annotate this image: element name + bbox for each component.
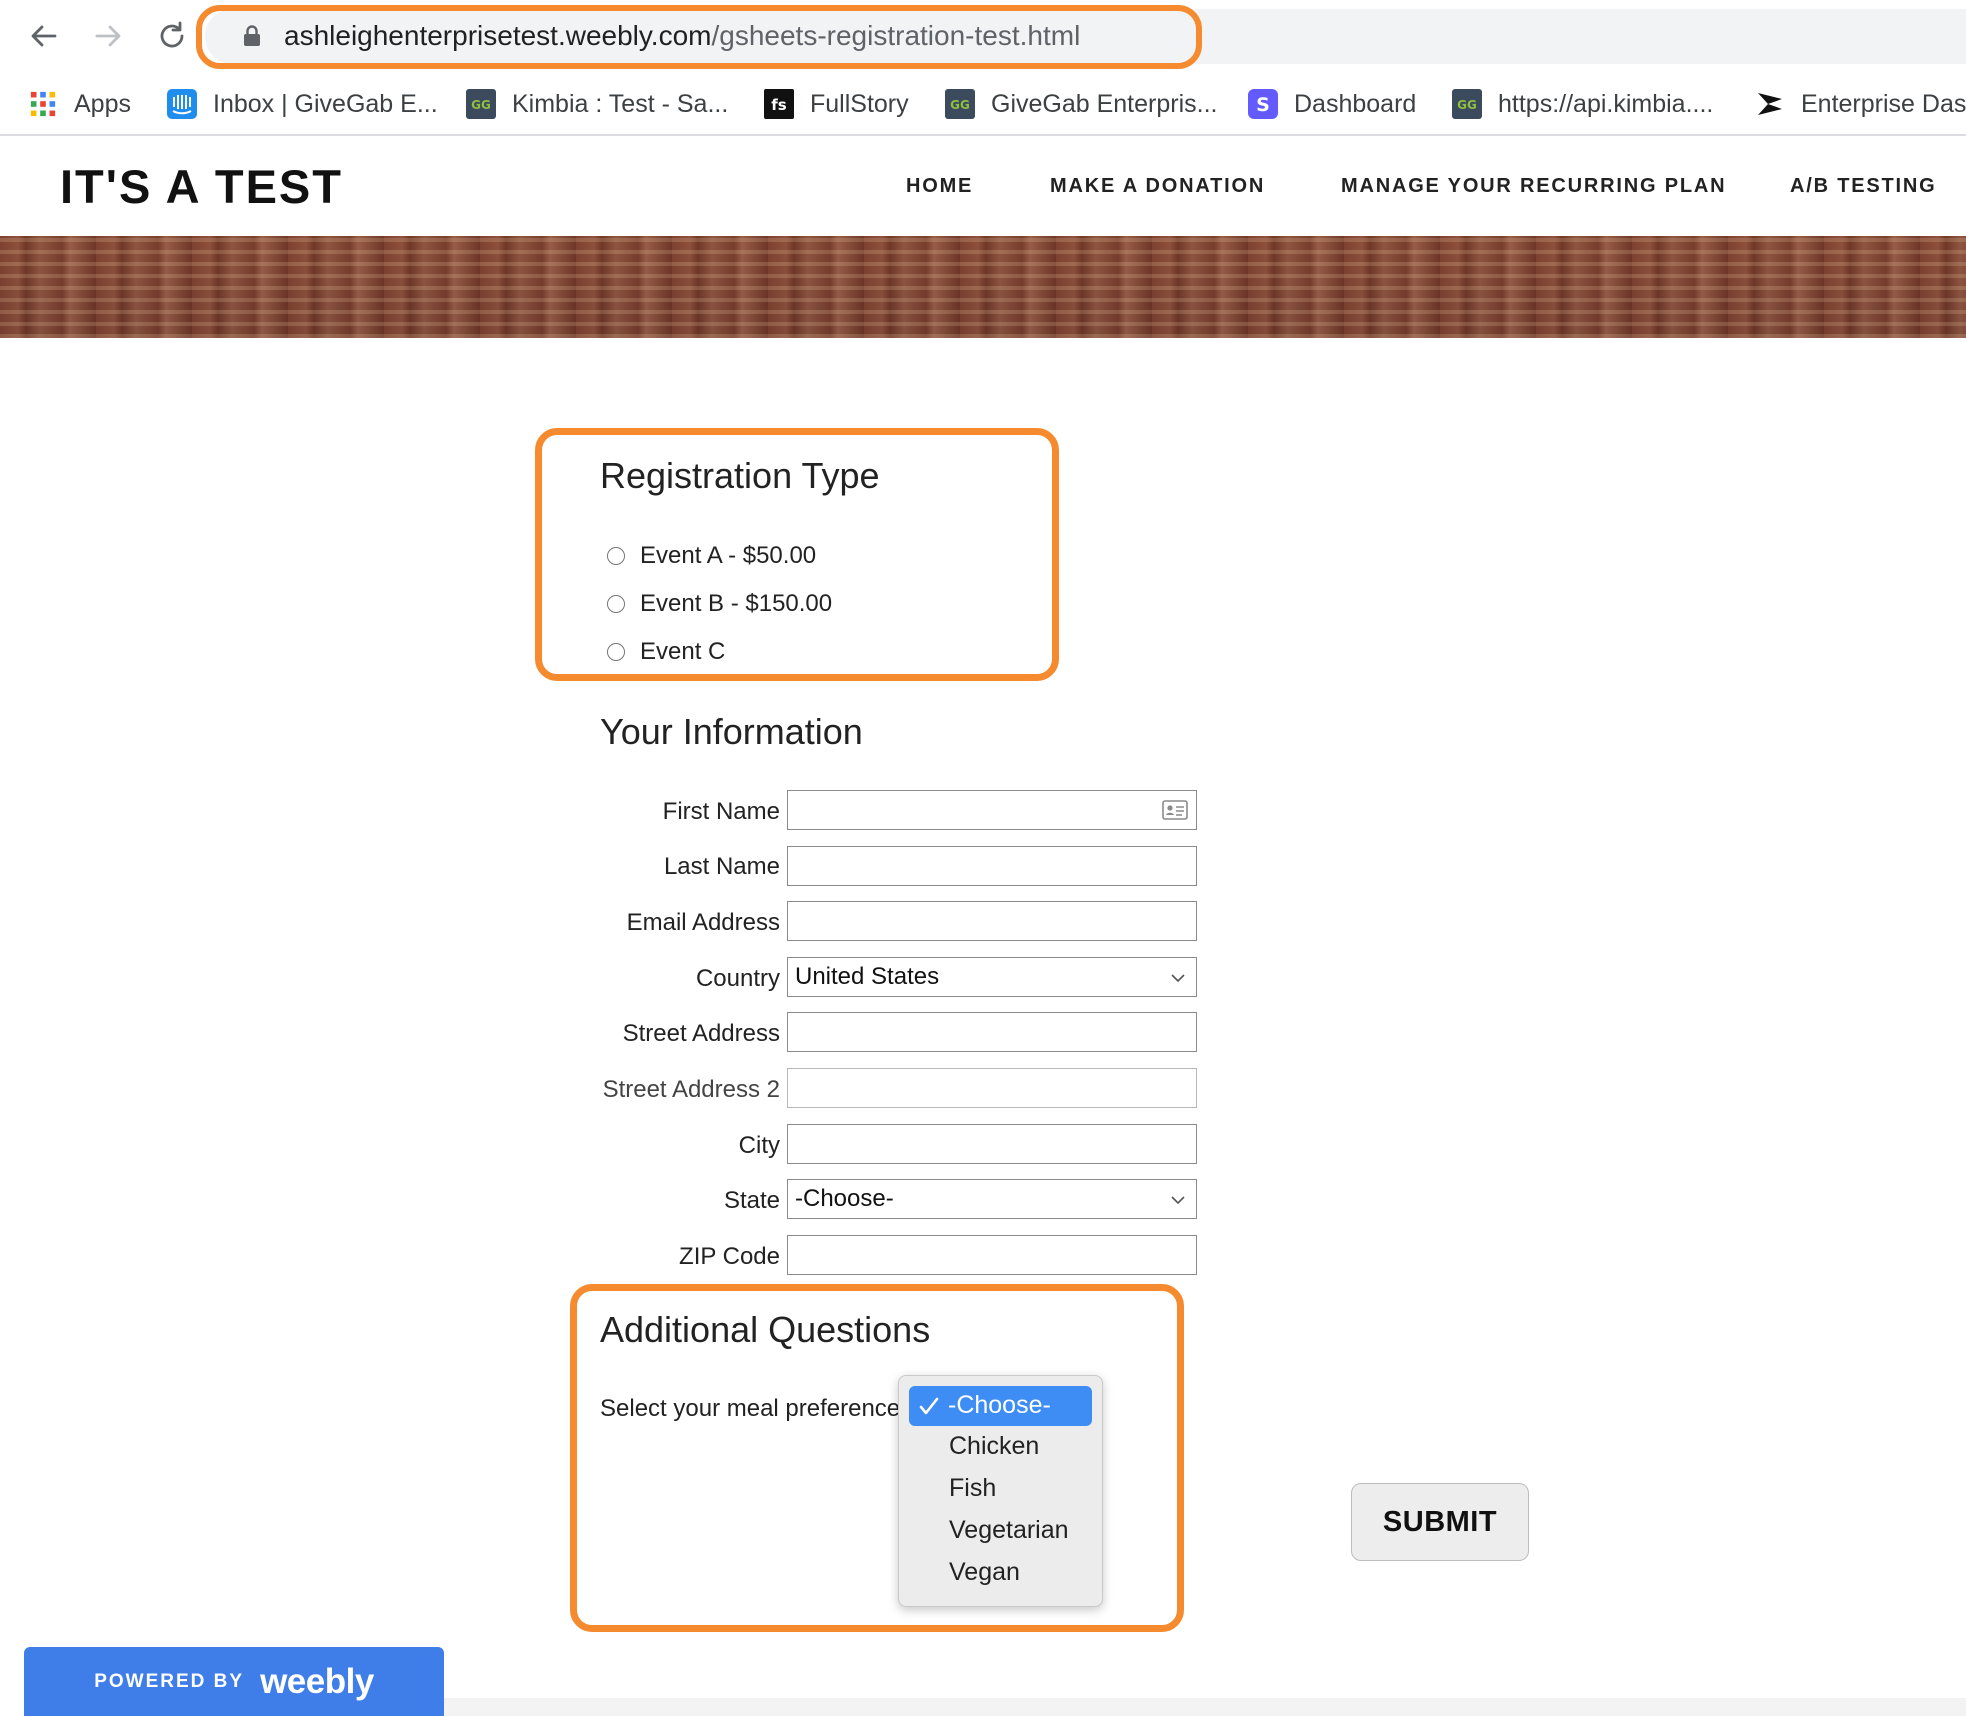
url-highlight-annotation bbox=[196, 5, 1202, 69]
country-select-value: United States bbox=[795, 963, 940, 990]
zip-code-label: ZIP Code bbox=[679, 1243, 780, 1270]
enterprise-icon bbox=[1755, 89, 1785, 119]
street-address-input[interactable] bbox=[787, 1012, 1197, 1052]
powered-by-weebly-badge[interactable]: POWERED BY weebly bbox=[24, 1647, 444, 1716]
svg-text:GG: GG bbox=[950, 98, 970, 112]
bookmark-dashboard[interactable]: S Dashboard bbox=[1248, 86, 1416, 122]
arrow-right-icon bbox=[95, 25, 121, 47]
your-information-title: Your Information bbox=[600, 711, 863, 752]
bookmark-fullstory[interactable]: fs FullStory bbox=[764, 86, 909, 122]
meal-option-chicken[interactable]: Chicken bbox=[949, 1432, 1039, 1461]
svg-text:GG: GG bbox=[471, 98, 491, 112]
meal-preference-dropdown[interactable]: -Choose- Chicken Fish Vegetarian Vegan bbox=[898, 1375, 1103, 1607]
street-address-2-input[interactable] bbox=[787, 1068, 1197, 1108]
weebly-logo: weebly bbox=[260, 1661, 374, 1701]
radio-button[interactable] bbox=[607, 595, 625, 613]
registration-type-title: Registration Type bbox=[600, 455, 880, 496]
arrow-left-icon bbox=[31, 25, 57, 47]
reload-icon bbox=[160, 21, 184, 48]
city-label: City bbox=[738, 1132, 780, 1159]
meal-preference-label: Select your meal preference bbox=[600, 1395, 901, 1422]
apps-grid-icon bbox=[28, 89, 58, 119]
street-address-label: Street Address bbox=[622, 1020, 780, 1047]
chevron-down-icon bbox=[1171, 974, 1185, 983]
hero-texture bbox=[0, 236, 1966, 338]
country-select[interactable]: United States bbox=[787, 957, 1197, 997]
meal-option-fish[interactable]: Fish bbox=[949, 1474, 996, 1503]
last-name-input[interactable] bbox=[787, 846, 1197, 886]
forward-button[interactable] bbox=[86, 14, 130, 58]
meal-option-vegetarian[interactable]: Vegetarian bbox=[949, 1516, 1069, 1545]
svg-text:fs: fs bbox=[771, 96, 787, 114]
back-button[interactable] bbox=[22, 14, 66, 58]
bookmark-label: Apps bbox=[74, 89, 131, 118]
last-name-label: Last Name bbox=[663, 853, 780, 880]
radio-event-c[interactable]: Event C bbox=[607, 638, 725, 666]
state-select[interactable]: -Choose- bbox=[787, 1179, 1197, 1219]
givegab-icon: GG bbox=[1452, 89, 1482, 119]
bookmark-label: Kimbia : Test - Sa... bbox=[512, 89, 729, 118]
bookmark-inbox[interactable]: Inbox | GiveGab E... bbox=[167, 86, 438, 122]
city-input[interactable] bbox=[787, 1124, 1197, 1164]
givegab-icon: GG bbox=[945, 89, 975, 119]
email-input[interactable] bbox=[787, 901, 1197, 941]
nav-home[interactable]: HOME bbox=[906, 175, 973, 198]
bookmark-givegab-enterprise[interactable]: GG GiveGab Enterpris... bbox=[945, 86, 1217, 122]
meal-option-label: -Choose- bbox=[948, 1391, 1051, 1419]
country-label: Country bbox=[695, 965, 780, 992]
svg-text:S: S bbox=[1256, 94, 1270, 116]
reload-button[interactable] bbox=[150, 14, 194, 58]
submit-button[interactable]: SUBMIT bbox=[1351, 1483, 1529, 1561]
site-logo[interactable]: IT'S A TEST bbox=[60, 159, 343, 214]
fullstory-icon: fs bbox=[764, 89, 794, 119]
radio-label: Event A - $50.00 bbox=[640, 542, 817, 569]
radio-label: Event C bbox=[640, 638, 726, 665]
radio-label: Event B - $150.00 bbox=[640, 590, 833, 617]
contact-card-icon[interactable] bbox=[1162, 800, 1188, 820]
site-header: IT'S A TEST HOME MAKE A DONATION MANAGE … bbox=[0, 137, 1966, 236]
givegab-icon: GG bbox=[466, 89, 496, 119]
page-bottom-strip bbox=[444, 1698, 1966, 1716]
radio-event-a[interactable]: Event A - $50.00 bbox=[607, 542, 816, 570]
stripe-icon: S bbox=[1248, 89, 1278, 119]
nav-make-donation[interactable]: MAKE A DONATION bbox=[1050, 175, 1265, 198]
bookmark-enterprise-dashboard[interactable]: Enterprise Das bbox=[1755, 86, 1966, 122]
intercom-icon bbox=[167, 89, 197, 119]
radio-button[interactable] bbox=[607, 643, 625, 661]
bookmark-label: Inbox | GiveGab E... bbox=[213, 89, 438, 118]
browser-toolbar: ashleighenterprisetest.weebly.com/gsheet… bbox=[0, 0, 1966, 72]
bookmark-kimbia-test[interactable]: GG Kimbia : Test - Sa... bbox=[466, 86, 728, 122]
first-name-input[interactable] bbox=[787, 790, 1197, 830]
meal-option-vegan[interactable]: Vegan bbox=[949, 1558, 1020, 1587]
bookmark-label: FullStory bbox=[810, 89, 909, 118]
svg-text:GG: GG bbox=[1457, 98, 1477, 112]
radio-event-b[interactable]: Event B - $150.00 bbox=[607, 590, 832, 618]
nav-ab-testing[interactable]: A/B TESTING bbox=[1790, 175, 1936, 198]
radio-button[interactable] bbox=[607, 547, 625, 565]
bookmark-label: GiveGab Enterpris... bbox=[991, 89, 1218, 118]
bookmarks-bar: Apps Inbox | GiveGab E... GG Kimbia : Te… bbox=[0, 72, 1966, 136]
zip-code-input[interactable] bbox=[787, 1235, 1197, 1275]
first-name-label: First Name bbox=[662, 798, 780, 825]
bookmark-kimbia-api[interactable]: GG https://api.kimbia.... bbox=[1452, 86, 1713, 122]
powered-by-text: POWERED BY bbox=[94, 1670, 245, 1692]
chevron-down-icon bbox=[1171, 1196, 1185, 1205]
email-label: Email Address bbox=[626, 909, 780, 936]
nav-manage-recurring-plan[interactable]: MANAGE YOUR RECURRING PLAN bbox=[1341, 175, 1726, 198]
meal-option-selected[interactable]: -Choose- bbox=[909, 1386, 1092, 1426]
state-label: State bbox=[723, 1187, 780, 1214]
street-address-2-label: Street Address 2 bbox=[602, 1076, 780, 1103]
additional-questions-title: Additional Questions bbox=[600, 1309, 931, 1350]
state-select-value: -Choose- bbox=[795, 1185, 894, 1212]
bookmark-label: Enterprise Das bbox=[1801, 89, 1966, 118]
hero-banner-image bbox=[0, 236, 1966, 338]
bookmark-label: Dashboard bbox=[1294, 89, 1417, 118]
checkmark-icon bbox=[919, 1397, 939, 1415]
bookmark-apps[interactable]: Apps bbox=[28, 86, 131, 122]
bookmark-label: https://api.kimbia.... bbox=[1498, 89, 1714, 118]
